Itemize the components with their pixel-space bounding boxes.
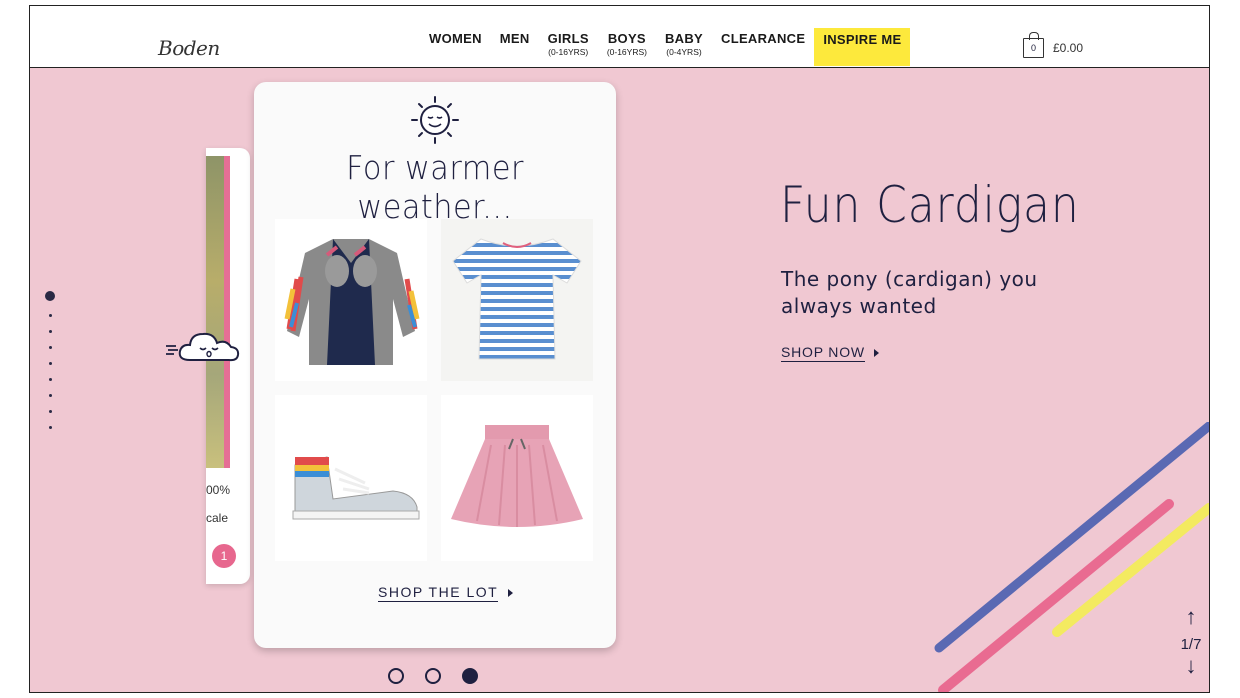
shop-now-label: SHOP NOW [781,344,865,362]
nav-label: WOMEN [429,31,482,46]
hero-title: Fun Cardigan [780,176,1080,234]
sun-icon [411,96,459,144]
previous-card[interactable]: 00% cale 1 [206,148,250,584]
product-tile-tshirt[interactable] [441,219,593,381]
section-dot-nav [45,291,55,429]
nav-men[interactable]: MEN [491,6,539,68]
carousel-dot[interactable] [425,668,441,684]
section-dot[interactable] [48,394,52,397]
decorative-stripes [934,422,1209,692]
card-title: For warmer weather... [346,148,524,226]
striped-tshirt-image [452,238,582,360]
cardigan-image [284,239,420,365]
nav-clearance[interactable]: CLEARANCE [712,6,814,68]
sleepy-cloud-icon [166,332,240,362]
hero-subtitle: The pony (cardigan) you always wanted [781,267,1038,318]
slide-count: 1/7 [1180,636,1202,653]
nav-inspire-me[interactable]: INSPIRE ME [814,28,911,66]
product-tile-sneaker[interactable] [275,395,427,561]
section-dot[interactable] [48,314,52,317]
nav-label: BABY [664,31,704,46]
section-dot[interactable] [48,378,52,381]
carousel-dots [388,668,478,684]
nav-label: MEN [499,31,530,46]
previous-card-badge: 1 [212,544,236,568]
nav-sub-label: (0-16YRS) [548,47,589,57]
sneaker-image [292,456,420,520]
nav-girls[interactable]: GIRLS (0-16YRS) [539,6,598,68]
shop-now-link[interactable]: SHOP NOW [781,344,879,362]
basket-button[interactable]: 0 £0.00 [1023,32,1084,58]
section-dot[interactable] [45,291,55,301]
carousel-dot[interactable] [388,668,404,684]
section-dot[interactable] [48,346,52,349]
product-tile-skirt[interactable] [441,395,593,561]
section-dot[interactable] [48,426,52,429]
carousel-dot[interactable] [462,668,478,684]
nav-baby[interactable]: BABY (0-4YRS) [656,6,712,68]
nav-label: INSPIRE ME [823,32,902,47]
previous-card-photo [206,156,230,468]
arrow-up-icon[interactable]: ↑ [1176,606,1206,628]
basket-count: 0 [1030,43,1036,53]
nav-sub-label: (0-4YRS) [666,47,702,57]
previous-card-text: 00% [206,483,231,497]
shopping-bag-icon: 0 [1023,32,1044,58]
slide-pager: ↑ 1/7 ↓ [1176,606,1206,677]
nav-women[interactable]: WOMEN [420,6,491,68]
arrow-down-icon[interactable]: ↓ [1176,655,1206,677]
brand-logo[interactable]: Boden [158,36,220,60]
nav-label: CLEARANCE [721,31,806,46]
nav-boys[interactable]: BOYS (0-16YRS) [598,6,656,68]
shop-the-lot-label: SHOP THE LOT [378,584,499,602]
previous-card-text: cale [206,511,229,525]
nav-label: BOYS [607,31,646,46]
main-nav: WOMEN MEN GIRLS (0-16YRS) BOYS (0-16YRS) B… [420,6,911,68]
nav-sub-label: (0-16YRS) [606,47,647,57]
shop-the-lot-link[interactable]: SHOP THE LOT [378,584,514,602]
nav-label: GIRLS [547,31,589,46]
page-frame: Boden WOMEN MEN GIRLS (0-16YRS) BOYS (0-16… [29,5,1210,693]
outfit-card: For warmer weather... SHOP THE LOT [254,82,616,648]
site-header: Boden WOMEN MEN GIRLS (0-16YRS) BOYS (0-16… [30,6,1209,68]
caret-right-icon [508,589,514,597]
section-dot[interactable] [48,330,52,333]
pink-skirt-image [451,425,583,527]
section-dot[interactable] [48,410,52,413]
caret-right-icon [873,349,879,357]
basket-total: £0.00 [1053,41,1084,55]
product-tile-cardigan[interactable] [275,219,427,381]
section-dot[interactable] [48,362,52,365]
